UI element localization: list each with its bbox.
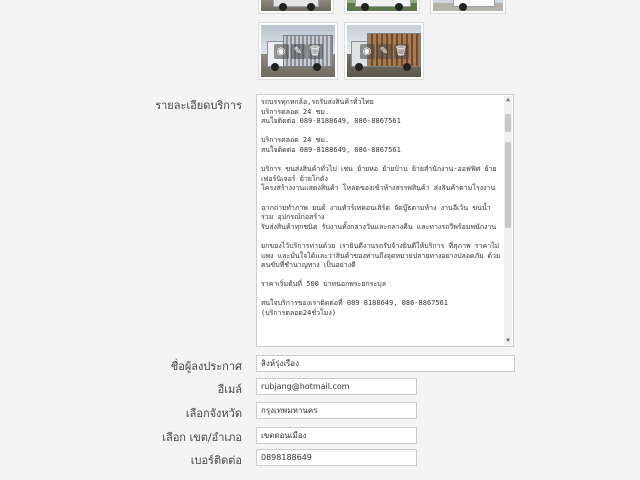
truck-photo-2-image <box>347 0 417 11</box>
phone-field[interactable]: 0898188649 <box>256 449 417 466</box>
photo-5-actions: ◉ ✎ 🗑 <box>347 25 421 77</box>
description-textarea[interactable]: รถบรรทุกหกล้อ,รถรับส่งสินค้าทั่วไทย บริก… <box>256 94 514 347</box>
trash-icon[interactable]: 🗑 <box>393 43 409 59</box>
scrollbar-thumb-lower[interactable] <box>505 142 511 228</box>
truck-photo-3[interactable] <box>430 0 506 14</box>
truck-photo-1[interactable] <box>258 0 334 14</box>
scroll-down-icon[interactable]: ▼ <box>504 337 512 345</box>
district-label: เลือก เขต/อำเภอ <box>162 431 242 444</box>
pencil-icon[interactable]: ✎ <box>376 43 392 59</box>
truck-photo-4[interactable]: ◉ ✎ 🗑 <box>258 22 338 80</box>
truck-photo-5[interactable]: ◉ ✎ 🗑 <box>344 22 424 80</box>
scrollbar-thumb[interactable] <box>505 114 511 132</box>
eye-icon[interactable]: ◉ <box>359 43 375 59</box>
poster-field[interactable]: สิงห์รุ่งเรือง <box>256 355 515 372</box>
email-label: อีเมล์ <box>217 383 242 396</box>
eye-icon[interactable]: ◉ <box>273 43 289 59</box>
photo-4-actions: ◉ ✎ 🗑 <box>261 25 335 77</box>
truck-photo-4-image: ◉ ✎ 🗑 <box>261 25 335 77</box>
pencil-icon[interactable]: ✎ <box>290 43 306 59</box>
description-scrollbar[interactable]: ▲ ▼ <box>504 96 512 345</box>
trash-icon[interactable]: 🗑 <box>307 43 323 59</box>
truck-photo-5-image: ◉ ✎ 🗑 <box>347 25 421 77</box>
province-label: เลือกจังหวัด <box>185 407 242 420</box>
email-field[interactable]: rubjang@hotmail.com <box>256 378 417 395</box>
scroll-up-icon[interactable]: ▲ <box>504 96 512 104</box>
truck-photo-2[interactable] <box>344 0 420 14</box>
phone-label: เบอร์ติดต่อ <box>190 454 242 467</box>
province-select[interactable]: กรุงเทพมหานคร <box>256 402 417 419</box>
poster-label: ชื่อผู้ลงประกาศ <box>170 360 242 373</box>
truck-photo-1-image <box>261 0 331 11</box>
description-text: รถบรรทุกหกล้อ,รถรับส่งสินค้าทั่วไทย บริก… <box>261 98 501 318</box>
truck-photo-3-image <box>433 0 503 11</box>
district-select[interactable]: เขตดอนเมือง <box>256 427 417 444</box>
description-label: รายละเอียดบริการ <box>155 99 242 112</box>
